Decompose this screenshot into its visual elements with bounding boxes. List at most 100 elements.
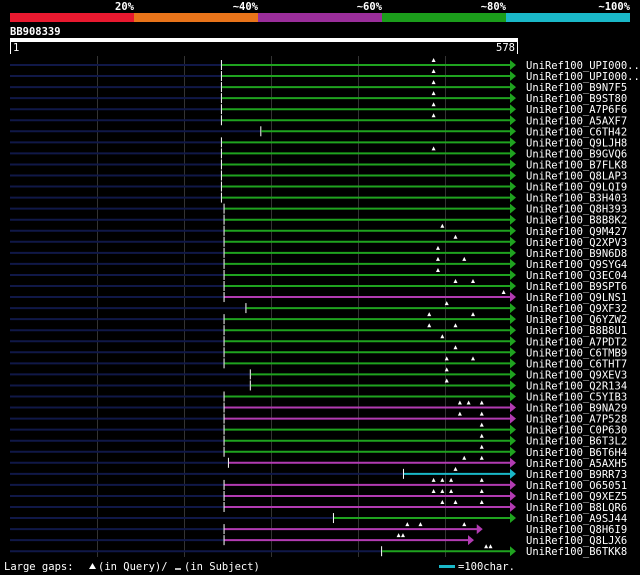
gap-marker: [453, 466, 458, 471]
gap-marker: [470, 312, 475, 317]
hit-arrow: [510, 490, 516, 501]
hit-row[interactable]: UniRef100_UPI000..: [10, 58, 640, 72]
hit-row[interactable]: UniRef100_Q9XEZ5: [10, 488, 627, 503]
hit-arrow: [510, 236, 516, 247]
legend-bar-40: [134, 13, 258, 22]
query-start-label: 1: [13, 42, 19, 54]
hit-arrow: [510, 457, 516, 468]
gap-marker: [431, 146, 436, 151]
hit-row[interactable]: UniRef100_B9SPT6: [10, 279, 627, 293]
hit-row[interactable]: UniRef100_B6TKK8: [10, 544, 627, 558]
hit-row[interactable]: UniRef100_Q9SYG4: [10, 256, 627, 271]
hit-arrow: [510, 247, 516, 258]
gap-marker: [479, 488, 484, 493]
scale-bar: [439, 565, 455, 568]
hit-arrow: [510, 159, 516, 170]
gap-marker: [466, 400, 471, 405]
gap-marker: [479, 455, 484, 460]
hit-row[interactable]: UniRef100_B9N6D8: [10, 245, 627, 260]
hit-arrow: [510, 314, 516, 325]
gap-marker: [457, 400, 462, 405]
hit-row[interactable]: UniRef100_Q9XEV3: [10, 367, 627, 381]
gap-marker: [440, 500, 445, 504]
hit-row[interactable]: UniRef100_A5AXH5: [10, 455, 627, 470]
gap-marker: [440, 488, 445, 493]
hit-arrow: [510, 468, 516, 479]
hit-arrow: [510, 269, 516, 280]
footer-legend: Large gaps: (in Query)/ (in Subject) =10…: [4, 561, 515, 573]
identity-legend: 20% ~40% ~60% ~80% ~100%: [10, 1, 631, 22]
hit-arrow: [510, 281, 516, 291]
gap-marker: [453, 323, 458, 328]
hit-row[interactable]: UniRef100_Q2R134: [10, 378, 627, 392]
hit-row[interactable]: UniRef100_B8B8U1: [10, 323, 627, 337]
hit-row[interactable]: UniRef100_B6T3L2: [10, 433, 627, 448]
hit-row[interactable]: UniRef100_Q3EC04: [10, 267, 627, 282]
hit-row[interactable]: UniRef100_B9GVQ6: [10, 146, 627, 160]
gap-marker: [396, 533, 401, 538]
gap-marker: [479, 500, 484, 504]
hit-arrow: [510, 358, 516, 369]
gap-marker: [431, 488, 436, 493]
hit-row[interactable]: UniRef100_Q8LJX6: [10, 533, 627, 547]
hit-arrow: [510, 115, 516, 126]
hit-arrow: [510, 137, 516, 148]
gap-marker: [484, 544, 489, 549]
hit-row[interactable]: UniRef100_A7PDT2: [10, 334, 627, 348]
gap-marker: [453, 500, 458, 504]
gap-marker: [470, 279, 475, 283]
hit-row[interactable]: UniRef100_A7P6F6: [10, 102, 627, 116]
hit-arrow: [510, 60, 516, 70]
hit-row[interactable]: UniRef100_O65051: [10, 477, 627, 492]
hit-arrow: [510, 225, 516, 236]
hit-row[interactable]: UniRef100_B9N7F5: [10, 80, 627, 94]
gap-marker: [449, 477, 454, 482]
hit-row[interactable]: UniRef100_C0P630: [10, 422, 627, 437]
gap-marker: [418, 522, 423, 527]
hit-arrow: [510, 402, 516, 413]
hit-row[interactable]: UniRef100_B9ST80: [10, 91, 627, 105]
hit-row[interactable]: UniRef100_B8LQR6: [10, 500, 627, 514]
hit-row[interactable]: UniRef100_C6THT7: [10, 356, 627, 370]
hit-row[interactable]: UniRef100_Q2XPV3: [10, 234, 627, 249]
hit-arrow: [510, 380, 516, 391]
hit-arrow: [510, 93, 516, 104]
gap-marker: [453, 345, 458, 350]
hit-row[interactable]: UniRef100_Q9XF32: [10, 301, 627, 315]
in-subject-label: (in Subject): [184, 561, 260, 573]
gap-marker: [435, 267, 440, 272]
hit-row[interactable]: UniRef100_Q6YZW2: [10, 312, 627, 326]
hit-arrow: [510, 479, 516, 490]
hit-row[interactable]: UniRef100_Q9LNS1: [10, 290, 627, 304]
hit-arrow: [510, 336, 516, 347]
hit-label[interactable]: UniRef100_B6TKK8: [526, 546, 627, 558]
hit-arrow: [510, 292, 516, 303]
hit-arrow: [510, 303, 516, 314]
gap-marker: [440, 334, 445, 339]
hit-row[interactable]: UniRef100_C6TMB9: [10, 345, 627, 359]
hit-arrow: [510, 170, 516, 181]
legend-label-40: ~40%: [233, 1, 259, 13]
hit-row[interactable]: UniRef100_Q9M427: [10, 223, 627, 238]
hit-arrow: [510, 214, 516, 225]
hit-row[interactable]: UniRef100_Q8H6I9: [10, 522, 627, 536]
hit-row[interactable]: UniRef100_A7P528: [10, 411, 627, 426]
gap-marker: [462, 522, 467, 527]
gap-marker: [479, 411, 484, 416]
gap-marker: [453, 234, 458, 239]
query-end-label: 578: [496, 42, 515, 54]
gap-marker: [462, 455, 467, 460]
gap-marker: [427, 312, 432, 317]
hit-arrow: [467, 535, 474, 546]
hit-row[interactable]: UniRef100_A5AXF7: [10, 113, 627, 127]
hit-row[interactable]: UniRef100_B9RR73: [10, 466, 627, 481]
hit-arrow: [510, 513, 516, 524]
hit-arrow: [510, 192, 516, 203]
hit-arrow: [510, 502, 516, 512]
hit-row[interactable]: UniRef100_B9NA29: [10, 400, 627, 415]
hit-row[interactable]: UniRef100_B6T6H4: [10, 444, 627, 459]
hit-arrow: [510, 325, 516, 336]
gap-marker: [479, 422, 484, 427]
gap-marker: [457, 411, 462, 416]
hit-row[interactable]: UniRef100_UPI000..: [10, 69, 640, 83]
